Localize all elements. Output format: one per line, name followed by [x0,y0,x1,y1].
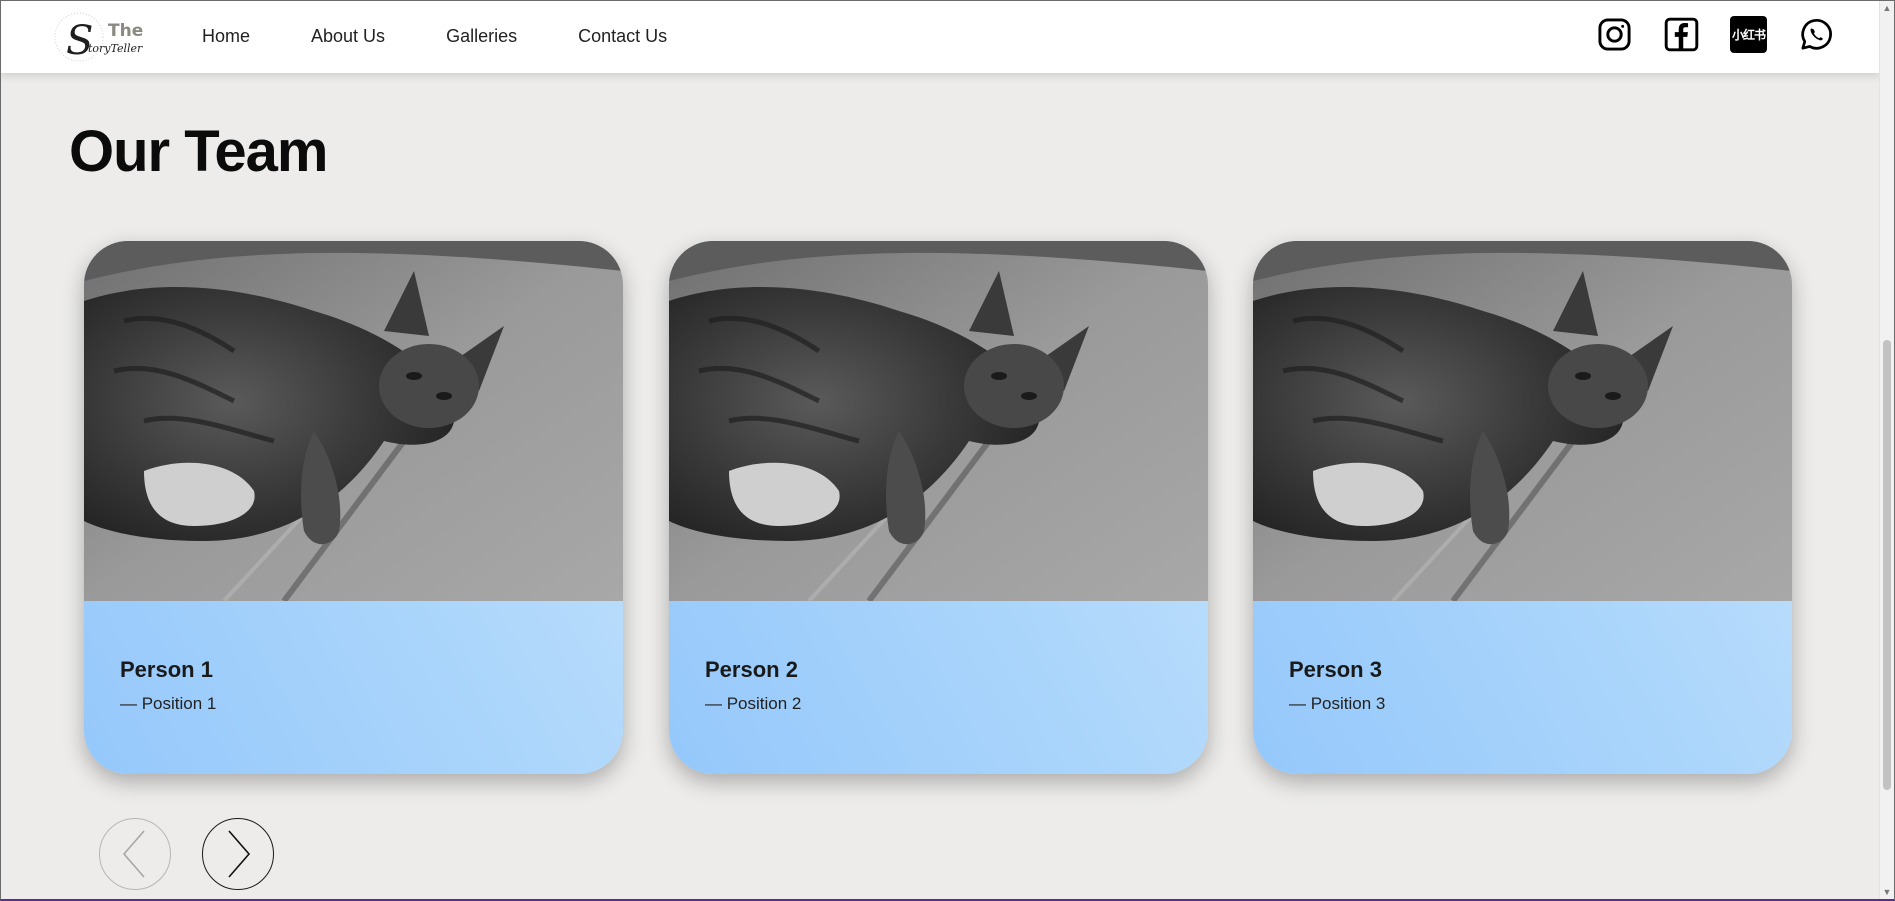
carousel-next-button[interactable] [202,818,274,890]
section-title: Our Team [69,119,328,184]
scrollbar-thumb[interactable] [1883,340,1891,790]
facebook-icon[interactable] [1663,16,1700,53]
instagram-icon[interactable] [1596,16,1633,53]
team-card-3[interactable]: Person 3 — Position 3 [1253,241,1792,774]
storyteller-logo[interactable]: S The toryTeller [52,8,148,66]
card-body: Person 2 — Position 2 [669,601,1208,774]
nav-galleries[interactable]: Galleries [446,26,517,47]
social-links: 小红书 [1596,16,1834,53]
nav-contact-us[interactable]: Contact Us [578,26,667,47]
main-nav: Home About Us Galleries Contact Us [202,0,728,73]
team-card-2[interactable]: Person 2 — Position 2 [669,241,1208,774]
site-header: S The toryTeller Home About Us Galleries… [0,0,1880,73]
svg-text:The: The [108,21,143,41]
chevron-right-icon [228,830,251,878]
xiaohongshu-icon[interactable]: 小红书 [1730,16,1767,53]
scroll-up-arrow-icon[interactable]: ▲ [1882,3,1892,13]
team-member-photo [84,241,623,601]
svg-text:S: S [66,18,93,64]
nav-about-us[interactable]: About Us [311,26,385,47]
member-name: Person 3 [1289,657,1382,682]
member-position: — Position 2 [705,694,802,713]
nav-home[interactable]: Home [202,26,250,47]
card-body: Person 3 — Position 3 [1253,601,1792,774]
member-position: — Position 3 [1289,694,1386,713]
team-member-photo [1253,241,1792,601]
team-card-1[interactable]: Person 1 — Position 1 [84,241,623,774]
scroll-down-arrow-icon[interactable]: ▼ [1882,887,1892,897]
team-member-photo [669,241,1208,601]
card-body: Person 1 — Position 1 [84,601,623,774]
member-position: — Position 1 [120,694,217,713]
carousel-prev-button[interactable] [99,818,171,890]
svg-text:toryTeller: toryTeller [88,42,143,55]
member-name: Person 2 [705,657,798,682]
whatsapp-icon[interactable] [1797,16,1834,53]
chevron-left-icon [122,830,145,878]
member-name: Person 1 [120,657,213,682]
page-scrollbar[interactable]: ▲ ▼ [1879,0,1895,901]
